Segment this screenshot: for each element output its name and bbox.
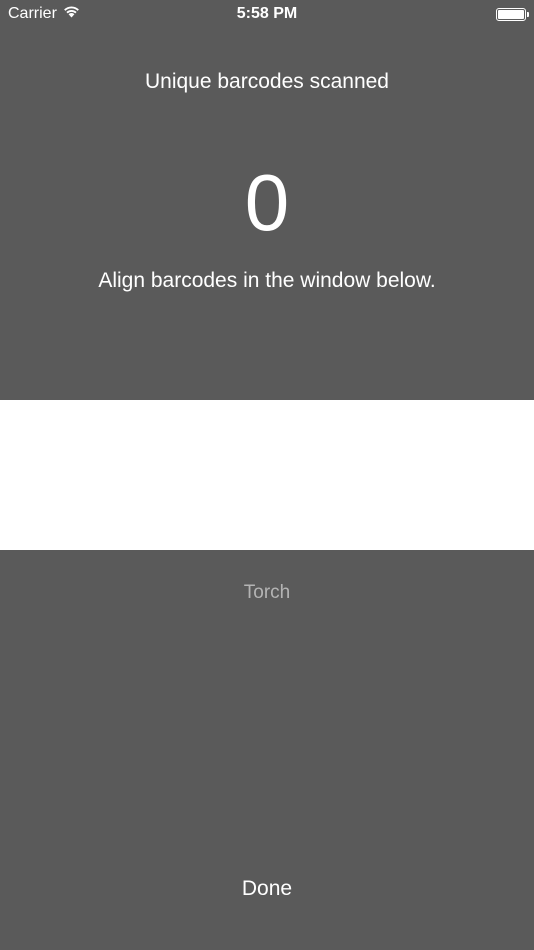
carrier-label: Carrier bbox=[8, 5, 57, 22]
status-time: 5:58 PM bbox=[236, 5, 298, 22]
barcode-scanner-screen: Carrier 5:58 PM Unique barcodes scanned … bbox=[0, 0, 534, 950]
status-left: Carrier bbox=[8, 5, 80, 23]
scan-instructions: Align barcodes in the window below. bbox=[98, 269, 436, 292]
scan-window bbox=[0, 400, 534, 550]
done-button[interactable]: Done bbox=[207, 877, 327, 901]
status-bar: Carrier 5:58 PM bbox=[0, 0, 534, 28]
scanned-count-title: Unique barcodes scanned bbox=[144, 70, 389, 93]
battery-level-fill bbox=[498, 9, 524, 19]
torch-button[interactable]: Torch bbox=[207, 582, 327, 604]
wifi-icon bbox=[63, 5, 80, 23]
scanned-count-value: 0 bbox=[244, 158, 290, 247]
battery-icon bbox=[496, 7, 529, 21]
